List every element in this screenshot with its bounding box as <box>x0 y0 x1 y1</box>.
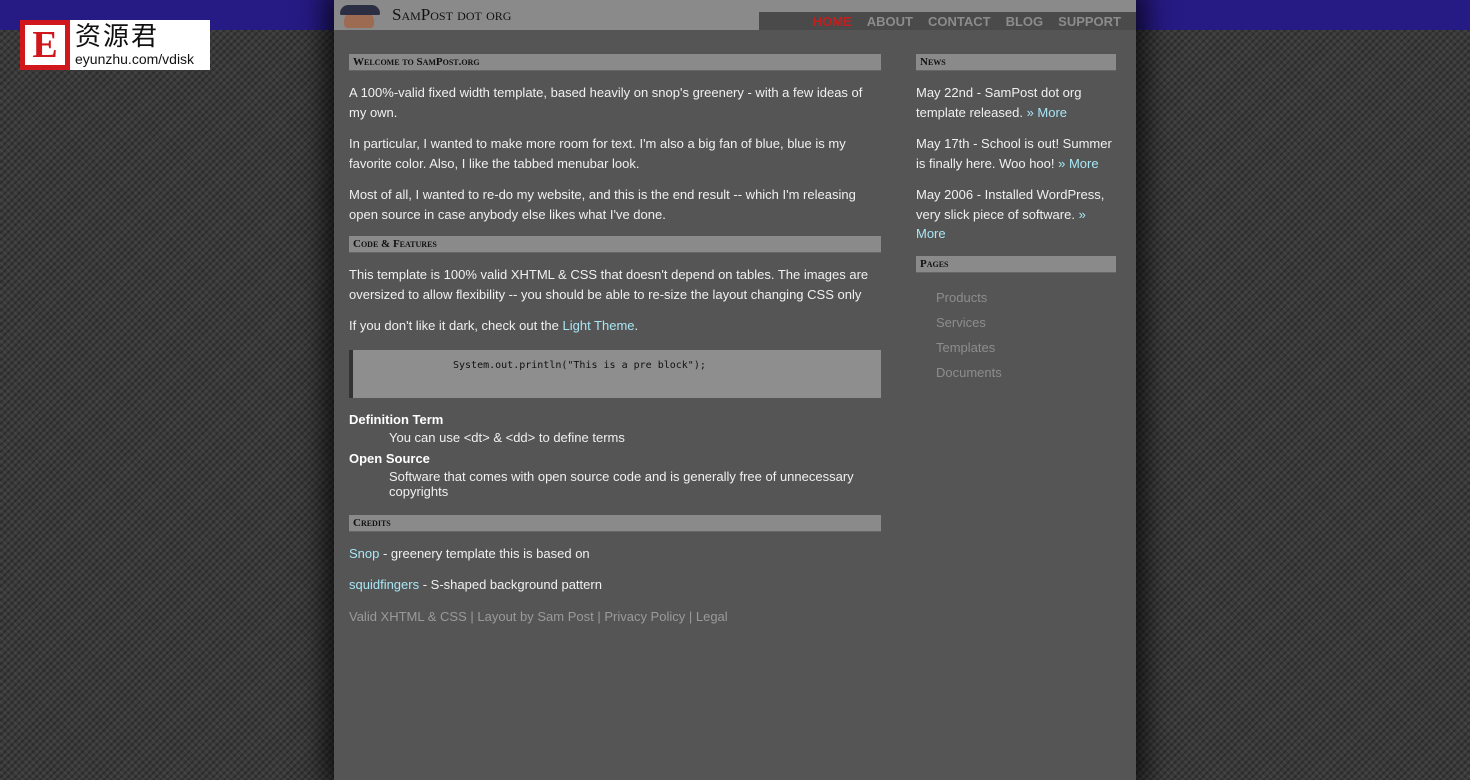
squidfingers-link[interactable]: squidfingers <box>349 577 419 592</box>
welcome-paragraph-1: A 100%-valid fixed width template, based… <box>349 85 863 120</box>
e-logo-icon: E <box>20 20 70 70</box>
page-link-services[interactable]: Services <box>936 310 1116 335</box>
news-item: May 22nd - SamPost dot org template rele… <box>916 85 1082 120</box>
page-container: SamPost dot org HOME ABOUT CONTACT BLOG … <box>334 0 1136 780</box>
footer-layout-link[interactable]: Layout by Sam Post <box>477 609 593 624</box>
pages-list: Products Services Templates Documents <box>916 285 1116 385</box>
nav-contact[interactable]: CONTACT <box>928 14 991 29</box>
code-paragraph-2: If you don't like it dark, check out the… <box>349 318 639 333</box>
nav-about[interactable]: ABOUT <box>867 14 913 29</box>
menu-strip <box>759 0 1136 12</box>
footer-privacy-link[interactable]: Privacy Policy <box>604 609 685 624</box>
watermark-url: eyunzhu.com/vdisk <box>75 51 195 67</box>
sidebar: News May 22nd - SamPost dot org template… <box>916 54 1116 385</box>
definition-desc-2: Software that comes with open source cod… <box>389 468 854 499</box>
definition-desc-1: You can use <dt> & <dd> to define terms <box>389 429 625 445</box>
news-more-link[interactable]: » More <box>1027 105 1067 120</box>
credits-heading: Credits <box>349 514 881 532</box>
watermark-chinese: 资源君 <box>75 22 160 52</box>
nav-support[interactable]: SUPPORT <box>1058 14 1121 29</box>
avatar-icon <box>338 2 382 28</box>
definition-term-1: Definition Term <box>349 411 444 427</box>
footer-legal-link[interactable]: Legal <box>696 609 728 624</box>
news-more-link[interactable]: » More <box>1058 156 1098 171</box>
watermark-badge: E 资源君 eyunzhu.com/vdisk <box>20 20 210 70</box>
credit-2: squidfingers - S-shaped background patte… <box>349 577 602 592</box>
nav-home[interactable]: HOME <box>813 14 852 29</box>
welcome-paragraph-3: Most of all, I wanted to re-do my websit… <box>349 187 856 222</box>
definition-list: Definition Term You can use <dt> & <dd> … <box>349 410 881 503</box>
welcome-heading: Welcome to SamPost.org <box>349 54 881 71</box>
main-column: Welcome to SamPost.org A 100%-valid fixe… <box>349 54 881 627</box>
page-link-products[interactable]: Products <box>936 285 1116 310</box>
page-link-documents[interactable]: Documents <box>936 360 1116 385</box>
page-link-templates[interactable]: Templates <box>936 335 1116 360</box>
pre-block: System.out.println("This is a pre block"… <box>349 349 881 398</box>
footer: Valid XHTML & CSS | Layout by Sam Post |… <box>349 608 728 624</box>
news-heading: News <box>916 54 1116 71</box>
header: SamPost dot org HOME ABOUT CONTACT BLOG … <box>334 0 1136 30</box>
credit-1: Snop - greenery template this is based o… <box>349 545 590 561</box>
news-item: May 17th - School is out! Summer is fina… <box>916 136 1112 171</box>
code-features-heading: Code & Features <box>349 236 881 253</box>
light-theme-link[interactable]: Light Theme <box>562 318 634 333</box>
code-paragraph-1: This template is 100% valid XHTML & CSS … <box>349 267 869 302</box>
pages-heading: Pages <box>916 255 1116 273</box>
site-title[interactable]: SamPost dot org <box>392 5 511 25</box>
brand-bar: SamPost dot org <box>334 0 759 30</box>
nav-blog[interactable]: BLOG <box>1006 14 1044 29</box>
snop-link[interactable]: Snop <box>349 546 379 561</box>
footer-valid-link[interactable]: Valid XHTML & CSS <box>349 609 467 624</box>
main-nav: HOME ABOUT CONTACT BLOG SUPPORT <box>759 12 1136 30</box>
welcome-paragraph-2: In particular, I wanted to make more roo… <box>349 136 846 171</box>
news-item: May 2006 - Installed WordPress, very sli… <box>916 187 1105 241</box>
definition-term-2: Open Source <box>349 450 430 466</box>
